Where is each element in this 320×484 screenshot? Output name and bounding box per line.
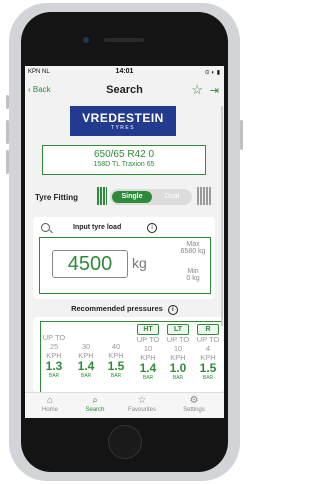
pressures-info-icon[interactable]: i [167,305,178,315]
min-label: Min [187,268,199,275]
col-line2: 30 [81,342,91,351]
col-value: 1.4 [77,359,95,373]
pressure-column[interactable]: 40 KPH 1.5 BAR [103,322,129,379]
app-screen: KPN NL 14:01 ⊙ ◐ ▮ ‹ Back Search ☆ ⇥ VRE… [25,66,224,418]
pressure-column[interactable]: HT UP TO 10 KPH 1.4 BAR [135,322,161,381]
tyre-fitting-label: Tyre Fitting [35,193,78,202]
col-unit: BAR [110,373,122,379]
brand-sub: TYRES [110,125,136,131]
home-icon: ⌂ [46,395,54,406]
load-title: Input tyre load [73,224,122,231]
load-input-box: 4500 kg Max 6580 kg Min 0 kg [39,237,211,294]
pressure-column[interactable]: UP TO 25 KPH 1.3 BAR [41,322,67,379]
front-camera [83,37,89,43]
col-tag: HT [137,324,159,335]
max-value: 6580 kg [180,248,206,255]
col-line1 [103,333,129,342]
col-value: 1.4 [139,361,157,375]
col-value: 1.5 [107,359,125,373]
col-unit: BAR [142,375,154,381]
load-info-icon[interactable]: i [147,223,157,233]
tab-favourites[interactable]: ☆ Favourites [117,395,167,413]
tyre-description: 158D TL Traxion 65 [93,161,155,168]
pressures-card: UP TO 25 KPH 1.3 BAR 30 KPH 1.4 BAR 40 K… [33,317,224,392]
favourite-star-icon[interactable]: ☆ [191,82,203,98]
tab-settings[interactable]: ⚙ Settings [169,395,219,413]
single-tyre-icon [97,187,107,205]
col-line2: 4 [205,344,211,353]
exit-icon[interactable]: ⇥ [210,84,219,97]
col-unit: BAR [172,375,184,381]
volume-down-button [6,150,9,174]
col-line2: 25 [49,342,59,351]
mute-switch [6,95,9,109]
single-option[interactable]: Single [112,191,152,203]
pressure-column[interactable]: 30 KPH 1.4 BAR [73,322,99,379]
col-line1: UP TO [166,335,190,344]
max-load: Max 6580 kg [179,241,207,255]
tab-label: Search [85,407,105,413]
col-tag: R [197,324,219,335]
tab-home[interactable]: ⌂ Home [25,395,75,413]
col-tag: LT [167,324,189,335]
scrollbar[interactable] [221,106,223,326]
gear-icon: ⚙ [189,395,199,406]
tab-label: Settings [183,407,205,413]
col-value: 1.0 [169,361,187,375]
col-value: 1.3 [45,359,63,373]
tab-label: Favourites [127,407,156,413]
min-load: Min 0 kg [179,268,207,282]
recommended-pressures-title: Recommended pressures i [25,304,224,315]
home-button[interactable] [108,425,142,459]
brand-name: VREDESTEIN [82,111,164,125]
tyre-size: 650/65 R42 0 [93,149,155,160]
tyre-info-card: 650/65 R42 0 158D TL Traxion 65 [42,145,206,175]
col-line1 [73,333,99,342]
col-line1: UP TO [136,335,160,344]
status-icons: ⊙ ◐ ▮ [204,70,220,76]
pressure-column[interactable]: R UP TO 4 KPH 1.5 BAR [195,322,221,381]
col-unit: BAR [48,373,60,379]
col-value: 1.5 [199,361,217,375]
clock: 14:01 [115,68,134,75]
tab-bar: ⌂ Home ⌕ Search ☆ Favourites ⚙ Settings [25,392,224,418]
search-icon [41,223,50,232]
star-icon: ☆ [137,395,147,406]
brand-logo: VREDESTEIN TYRES [70,106,176,136]
tyre-load-card: Input tyre load i 4500 kg Max 6580 kg Mi… [33,217,215,299]
max-label: Max [186,241,200,248]
navigation-bar: ‹ Back Search ☆ ⇥ [25,80,224,102]
search-icon: ⌕ [92,395,98,406]
earpiece [104,38,144,42]
dual-tyre-icon [197,187,211,205]
power-button [240,120,243,150]
col-line2: 10 [173,344,183,353]
col-unit: BAR [202,375,214,381]
col-line1: UP TO [42,333,66,342]
min-value: 0 kg [186,275,200,282]
col-unit: BAR [80,373,92,379]
pressure-column[interactable]: LT UP TO 10 KPH 1.0 BAR [165,322,191,381]
volume-up-button [6,120,9,144]
col-line2: 40 [111,342,121,351]
load-input[interactable]: 4500 [52,250,128,278]
tab-label: Home [41,407,58,413]
load-unit: kg [132,255,147,271]
fitting-segmented-control: Single Dual [110,189,192,205]
col-line1: UP TO [196,335,220,344]
col-line2: 10 [143,344,153,353]
tab-search[interactable]: ⌕ Search [70,395,120,413]
status-bar: KPN NL 14:01 ⊙ ◐ ▮ [25,66,224,78]
pressures-table: UP TO 25 KPH 1.3 BAR 30 KPH 1.4 BAR 40 K… [40,321,221,392]
dual-option[interactable]: Dual [154,191,190,203]
recommended-pressures-label: Recommended pressures [71,304,163,313]
